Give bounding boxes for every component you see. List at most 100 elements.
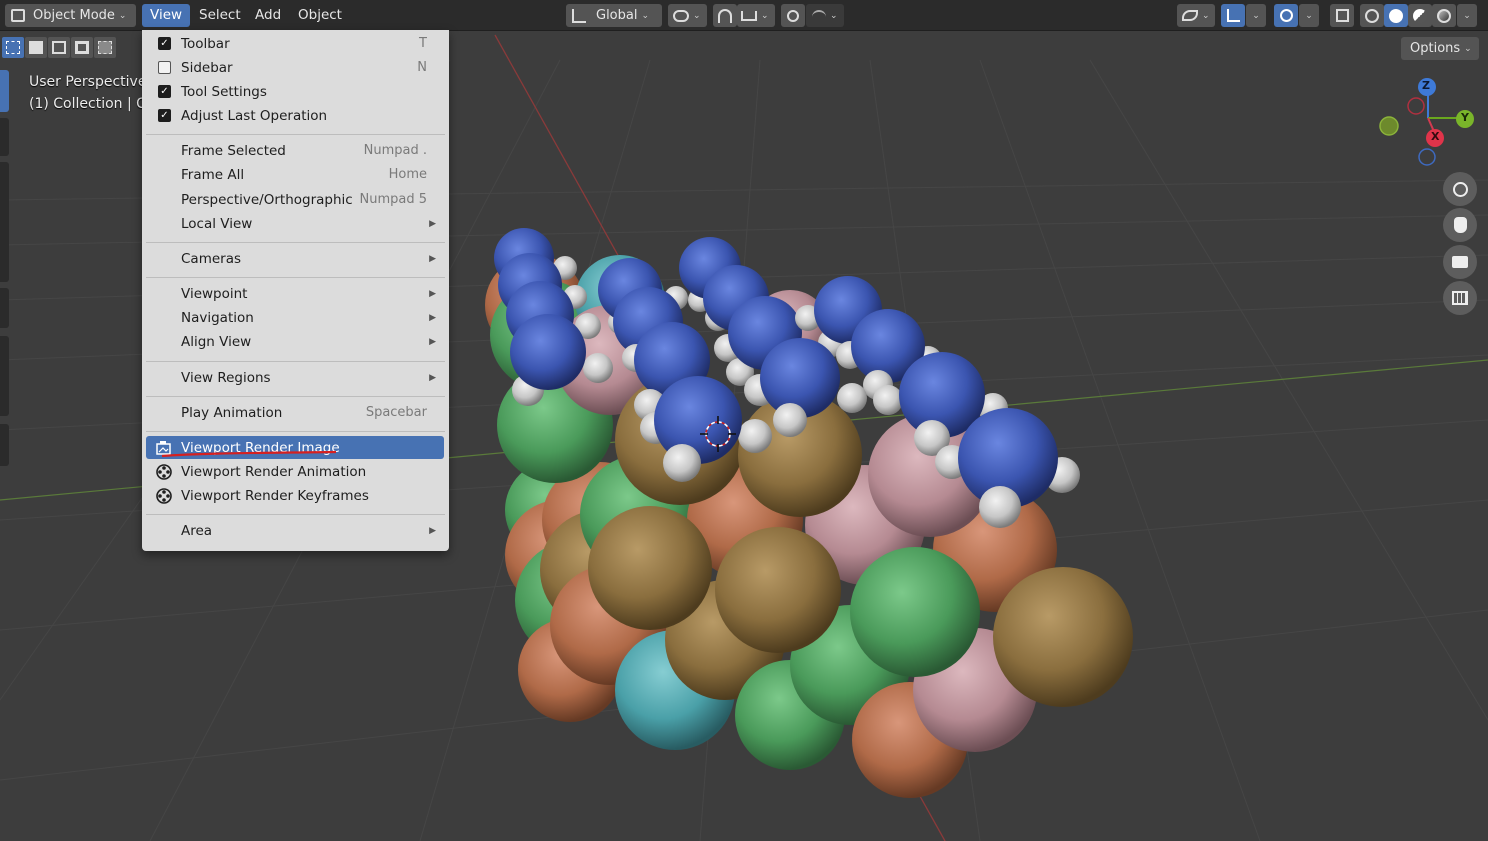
menu-item-viewport-render-animation[interactable]: Viewport Render Animation <box>146 460 444 483</box>
falloff-dropdown[interactable]: ⌄ <box>806 4 844 27</box>
viewport-header: Object Mode ⌄ View Select Add Object Glo… <box>0 0 1488 31</box>
submenu-arrow-icon: ▶ <box>429 372 436 383</box>
shading-wireframe[interactable] <box>1360 4 1384 27</box>
menu-item-frame-all[interactable]: Frame All Home <box>146 163 444 186</box>
gizmo-toggle[interactable] <box>1221 4 1245 27</box>
menu-item-cameras[interactable]: Cameras ▶ <box>146 247 444 270</box>
gizmo-y-label[interactable]: Y <box>1461 111 1469 124</box>
toolbar-tab[interactable] <box>0 118 9 156</box>
menu-item-label: Play Animation <box>181 404 283 421</box>
xray-toggle[interactable] <box>1330 4 1354 27</box>
menu-item-sidebar[interactable]: Sidebar N <box>146 56 444 79</box>
menu-item-area[interactable]: Area ▶ <box>146 519 444 542</box>
menu-item-label: Navigation <box>181 309 254 326</box>
toolbar-tab[interactable] <box>0 162 9 282</box>
menu-add[interactable]: Add <box>247 4 289 27</box>
checkbox-checked-icon[interactable]: ✓ <box>158 109 171 122</box>
visibility-dropdown[interactable]: ⌄ <box>1177 4 1215 27</box>
toolbar-tab-select[interactable] <box>0 70 9 112</box>
menu-item-shortcut: N <box>417 60 427 75</box>
chevron-down-icon: ⌄ <box>1464 43 1472 54</box>
checkbox-checked-icon[interactable]: ✓ <box>158 37 171 50</box>
gizmo-icon <box>1226 9 1240 22</box>
checkbox-checked-icon[interactable]: ✓ <box>158 85 171 98</box>
film-reel-icon <box>156 487 172 504</box>
menu-item-local-view[interactable]: Local View ▶ <box>146 212 444 235</box>
overlays-toggle[interactable] <box>1274 4 1298 27</box>
menu-item-label: View Regions <box>181 369 271 386</box>
pivot-icon <box>673 9 689 22</box>
toolbar-tab[interactable] <box>0 424 9 466</box>
menu-item-label: Frame Selected <box>181 142 286 159</box>
menu-item-viewport-render-image[interactable]: Viewport Render Image <box>146 436 444 459</box>
menu-item-label: Viewport Render Animation <box>181 463 367 480</box>
gizmo-dropdown[interactable]: ⌄ <box>1246 4 1266 27</box>
ortho-toggle-button[interactable] <box>1443 281 1477 315</box>
orientation-dropdown[interactable]: Global ⌄ <box>566 4 662 27</box>
menu-item-label: Frame All <box>181 166 245 183</box>
pan-button[interactable] <box>1443 208 1477 242</box>
snap-toggle[interactable] <box>713 4 737 27</box>
menu-item-viewport-render-keyframes[interactable]: Viewport Render Keyframes <box>146 484 444 507</box>
shading-solid[interactable] <box>1384 4 1408 27</box>
menu-item-shortcut: Home <box>388 167 427 182</box>
overlays-dropdown[interactable]: ⌄ <box>1299 4 1319 27</box>
wireframe-sphere-icon <box>1365 8 1379 23</box>
hand-icon <box>1453 217 1467 233</box>
menu-item-view-regions[interactable]: View Regions ▶ <box>146 366 444 389</box>
menu-object[interactable]: Object <box>290 4 350 27</box>
camera-view-button[interactable] <box>1443 245 1477 279</box>
orientation-icon <box>572 8 586 23</box>
perspective-label: User Perspective <box>29 74 147 90</box>
xray-icon <box>1335 9 1349 22</box>
menu-item-label: Local View <box>181 215 253 232</box>
select-subtract-icon <box>52 41 66 54</box>
select-extend-mode[interactable] <box>25 37 47 58</box>
menu-item-toolbar[interactable]: ✓ Toolbar T <box>146 32 444 55</box>
submenu-arrow-icon: ▶ <box>429 525 436 536</box>
zoom-button[interactable] <box>1443 172 1477 206</box>
menu-view[interactable]: View <box>142 4 191 27</box>
shading-dropdown[interactable]: ⌄ <box>1457 4 1477 27</box>
toolbar-tab[interactable] <box>0 288 9 328</box>
material-sphere-icon <box>1413 8 1427 23</box>
chevron-down-icon: ⌄ <box>118 10 127 21</box>
menu-item-adjust-last-operation[interactable]: ✓ Adjust Last Operation <box>146 104 444 127</box>
select-invert-icon <box>75 41 89 54</box>
snap-dropdown[interactable]: ⌄ <box>737 4 775 27</box>
menu-item-label: Cameras <box>181 250 242 267</box>
menu-item-frame-selected[interactable]: Frame Selected Numpad . <box>146 139 444 162</box>
magnifier-icon <box>1452 181 1468 197</box>
select-subtract-mode[interactable] <box>48 37 70 58</box>
view-menu-dropdown: ✓ Toolbar T Sidebar N ✓ Tool Settings ✓ … <box>142 30 449 551</box>
pivot-point-dropdown[interactable]: ⌄ <box>668 4 707 27</box>
menu-item-shortcut: T <box>419 36 427 51</box>
menu-separator <box>146 134 445 135</box>
menu-separator <box>146 242 445 243</box>
annotation-underline <box>161 450 337 458</box>
mode-dropdown[interactable]: Object Mode ⌄ <box>5 4 136 27</box>
menu-item-align-view[interactable]: Align View ▶ <box>146 330 444 353</box>
select-invert-mode[interactable] <box>71 37 93 58</box>
chevron-down-icon: ⌄ <box>761 10 769 21</box>
gizmo-x-label[interactable]: X <box>1431 130 1439 143</box>
toolbar-tab[interactable] <box>0 336 9 416</box>
shading-material[interactable] <box>1408 4 1432 27</box>
checkbox-unchecked-icon[interactable] <box>158 61 171 74</box>
menu-item-viewpoint[interactable]: Viewpoint ▶ <box>146 282 444 305</box>
menu-select[interactable]: Select <box>191 4 249 27</box>
select-intersect-mode[interactable] <box>94 37 116 58</box>
menu-item-label: Tool Settings <box>181 83 267 100</box>
gizmo-z-label[interactable]: Z <box>1422 79 1430 92</box>
menu-item-perspective-orthographic[interactable]: Perspective/Orthographic Numpad 5 <box>146 188 444 211</box>
menu-item-play-animation[interactable]: Play Animation Spacebar <box>146 401 444 424</box>
select-new-mode[interactable] <box>2 37 24 58</box>
options-dropdown[interactable]: Options ⌄ <box>1401 37 1479 60</box>
menu-item-label: Viewport Render Keyframes <box>181 487 369 504</box>
menu-item-navigation[interactable]: Navigation ▶ <box>146 306 444 329</box>
menu-item-tool-settings[interactable]: ✓ Tool Settings <box>146 80 444 103</box>
chevron-down-icon: ⌄ <box>1463 10 1471 21</box>
shading-rendered[interactable] <box>1432 4 1456 27</box>
proportional-edit-toggle[interactable] <box>781 4 805 27</box>
grid-icon <box>1452 291 1468 305</box>
